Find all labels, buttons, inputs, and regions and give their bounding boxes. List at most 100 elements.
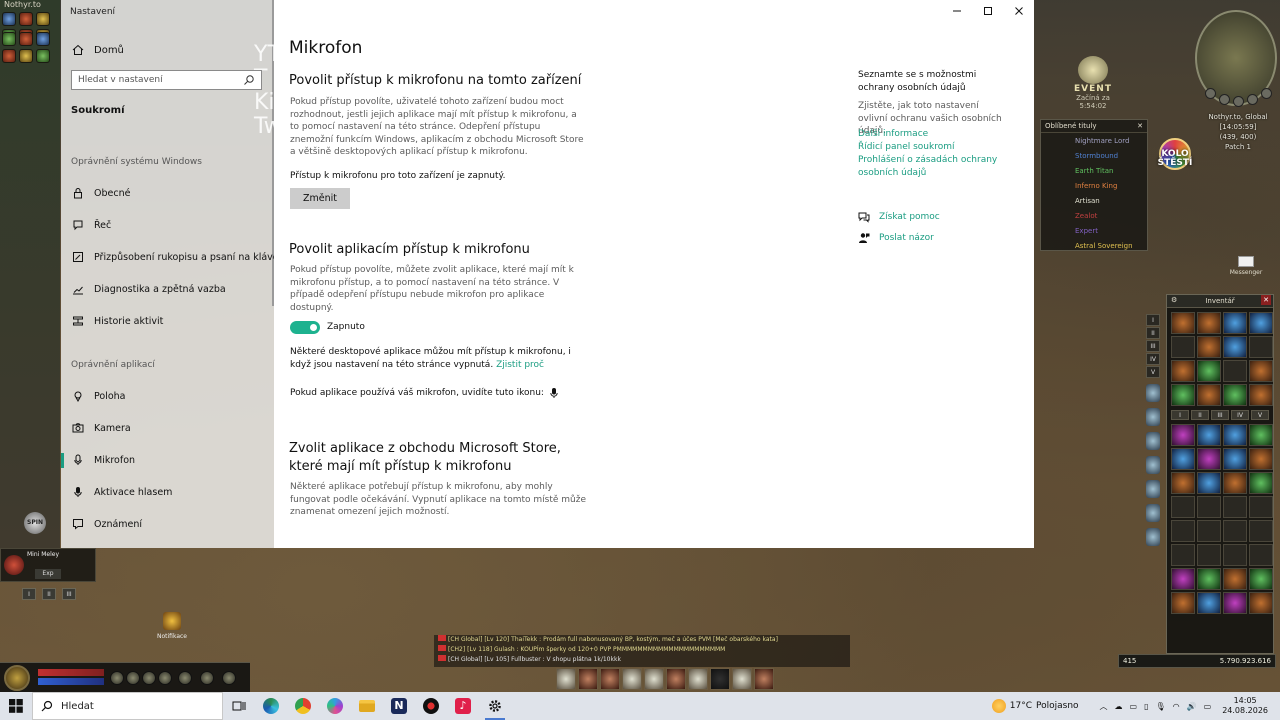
- inventory-slot[interactable]: [1171, 424, 1195, 446]
- minimize-button[interactable]: [941, 0, 972, 22]
- privacy-statement-link[interactable]: Prohlášení o zásadách ochrany osobních ú…: [858, 154, 1008, 179]
- settings-search-box[interactable]: [71, 70, 262, 90]
- privacy-dashboard-link[interactable]: Řídicí panel soukromí: [858, 141, 1008, 154]
- shortcut-icon[interactable]: [1146, 480, 1160, 498]
- clock[interactable]: 14:05 24.08.2026: [1222, 696, 1268, 716]
- shortcut-icon[interactable]: [1146, 456, 1160, 474]
- hud-slot[interactable]: [110, 671, 124, 685]
- equipment-slot[interactable]: [1171, 360, 1195, 382]
- inventory-slot[interactable]: [1171, 448, 1195, 470]
- taskbar-app-settings[interactable]: [479, 692, 511, 720]
- weather-widget[interactable]: 17°C Polojasno: [991, 699, 1079, 713]
- hud-slot[interactable]: [158, 671, 172, 685]
- minimap-button[interactable]: [1205, 88, 1216, 99]
- start-button[interactable]: [0, 692, 32, 720]
- microphone-tray-icon[interactable]: 🎙: [1156, 702, 1166, 711]
- shortcut-icon[interactable]: [1146, 528, 1160, 546]
- inventory-slot[interactable]: [1223, 472, 1247, 494]
- equipment-slot[interactable]: [1197, 336, 1221, 358]
- mini-meley-panel[interactable]: Mini Meley Exp: [0, 548, 96, 582]
- hud-slot[interactable]: [200, 671, 214, 685]
- skill-slot[interactable]: [710, 668, 730, 690]
- skill-slot[interactable]: [754, 668, 774, 690]
- inventory-slot[interactable]: [1171, 544, 1195, 566]
- title-item[interactable]: Artisan: [1041, 193, 1147, 208]
- equipment-slot[interactable]: [1223, 360, 1247, 382]
- equipment-slot[interactable]: [1223, 312, 1247, 334]
- minimap-button[interactable]: [1233, 96, 1244, 107]
- nav-item-diagnostics[interactable]: Diagnostika a zpětná vazba: [61, 274, 273, 304]
- inventory-slot[interactable]: [1197, 472, 1221, 494]
- inventory-slot[interactable]: [1249, 592, 1273, 614]
- shortcut-icon[interactable]: [1146, 408, 1160, 426]
- inventory-slot[interactable]: [1223, 448, 1247, 470]
- inventory-slot[interactable]: [1249, 544, 1273, 566]
- get-help-link[interactable]: Získat pomoc: [858, 211, 940, 223]
- inventory-tab[interactable]: V: [1251, 410, 1269, 420]
- side-tab[interactable]: II: [1146, 327, 1160, 339]
- app-access-toggle[interactable]: [290, 321, 320, 334]
- event-badge[interactable]: EVENT Začíná za 5:54:02: [1064, 56, 1122, 110]
- skill-slot[interactable]: [644, 668, 664, 690]
- inventory-slot[interactable]: [1249, 424, 1273, 446]
- inventory-slot[interactable]: [1197, 544, 1221, 566]
- side-tab[interactable]: III: [1146, 340, 1160, 352]
- skill-slot[interactable]: [556, 668, 576, 690]
- title-item[interactable]: Zealot: [1041, 208, 1147, 223]
- settings-search-input[interactable]: [78, 75, 243, 85]
- cloud-icon[interactable]: ☁: [1115, 702, 1123, 711]
- more-info-link[interactable]: Další informace: [858, 128, 1008, 141]
- skill-slot[interactable]: [666, 668, 686, 690]
- inventory-slot[interactable]: [1223, 592, 1247, 614]
- inventory-slot[interactable]: [1197, 448, 1221, 470]
- skill-slot[interactable]: [622, 668, 642, 690]
- taskbar-app-n[interactable]: N: [383, 692, 415, 720]
- inventory-slot[interactable]: [1171, 568, 1195, 590]
- nav-item-voice-activation[interactable]: Aktivace hlasem: [61, 477, 273, 507]
- equipment-slot[interactable]: [1249, 384, 1273, 406]
- inventory-tab[interactable]: III: [1211, 410, 1229, 420]
- minimap-button[interactable]: [1247, 94, 1258, 105]
- buff-icon[interactable]: [19, 32, 33, 46]
- shortcut-icon[interactable]: [1146, 504, 1160, 522]
- minimap[interactable]: [1195, 10, 1277, 107]
- change-button[interactable]: Změnit: [290, 188, 350, 209]
- skill-slot[interactable]: [600, 668, 620, 690]
- equipment-slot[interactable]: [1249, 360, 1273, 382]
- inventory-slot[interactable]: [1197, 520, 1221, 542]
- equipment-slot[interactable]: [1197, 312, 1221, 334]
- inventory-slot[interactable]: [1171, 496, 1195, 518]
- close-button[interactable]: [1003, 0, 1034, 22]
- chevron-up-icon[interactable]: ︿: [1100, 701, 1108, 712]
- volume-icon[interactable]: 🔊: [1187, 702, 1197, 711]
- side-tab[interactable]: I: [1146, 314, 1160, 326]
- buff-icon[interactable]: [19, 12, 33, 26]
- wheel-of-fortune-button[interactable]: KOLO ŠTĚSTÍ: [1155, 138, 1195, 182]
- hud-slot[interactable]: [142, 671, 156, 685]
- minimap-button[interactable]: [1261, 88, 1272, 99]
- inventory-slot[interactable]: [1249, 496, 1273, 518]
- nav-item-pen-note[interactable]: Přizpůsobení rukopisu a psaní na klávesn…: [61, 242, 300, 272]
- inventory-slot[interactable]: [1223, 496, 1247, 518]
- hud-slot[interactable]: [126, 671, 140, 685]
- quick-button[interactable]: I: [22, 588, 36, 600]
- notifications-button[interactable]: Notifikace: [152, 612, 192, 640]
- title-item[interactable]: Stormbound: [1041, 148, 1147, 163]
- nav-item-lock[interactable]: Obecné: [61, 178, 273, 208]
- shortcut-icon[interactable]: [1146, 384, 1160, 402]
- maximize-button[interactable]: [972, 0, 1003, 22]
- title-item[interactable]: Expert: [1041, 223, 1147, 238]
- nav-item-location[interactable]: Poloha: [61, 381, 273, 411]
- inventory-slot[interactable]: [1197, 496, 1221, 518]
- taskbar-app-game[interactable]: [415, 692, 447, 720]
- inventory-slot[interactable]: [1249, 472, 1273, 494]
- inventory-slot[interactable]: [1223, 568, 1247, 590]
- nav-item-speech[interactable]: Řeč: [61, 210, 273, 240]
- inventory-slot[interactable]: [1249, 448, 1273, 470]
- taskbar-search[interactable]: Hledat: [32, 692, 223, 720]
- inventory-slot[interactable]: [1171, 592, 1195, 614]
- buff-icon[interactable]: [36, 12, 50, 26]
- task-view-button[interactable]: [223, 692, 255, 720]
- inventory-slot[interactable]: [1223, 424, 1247, 446]
- minimap-button[interactable]: [1219, 94, 1230, 105]
